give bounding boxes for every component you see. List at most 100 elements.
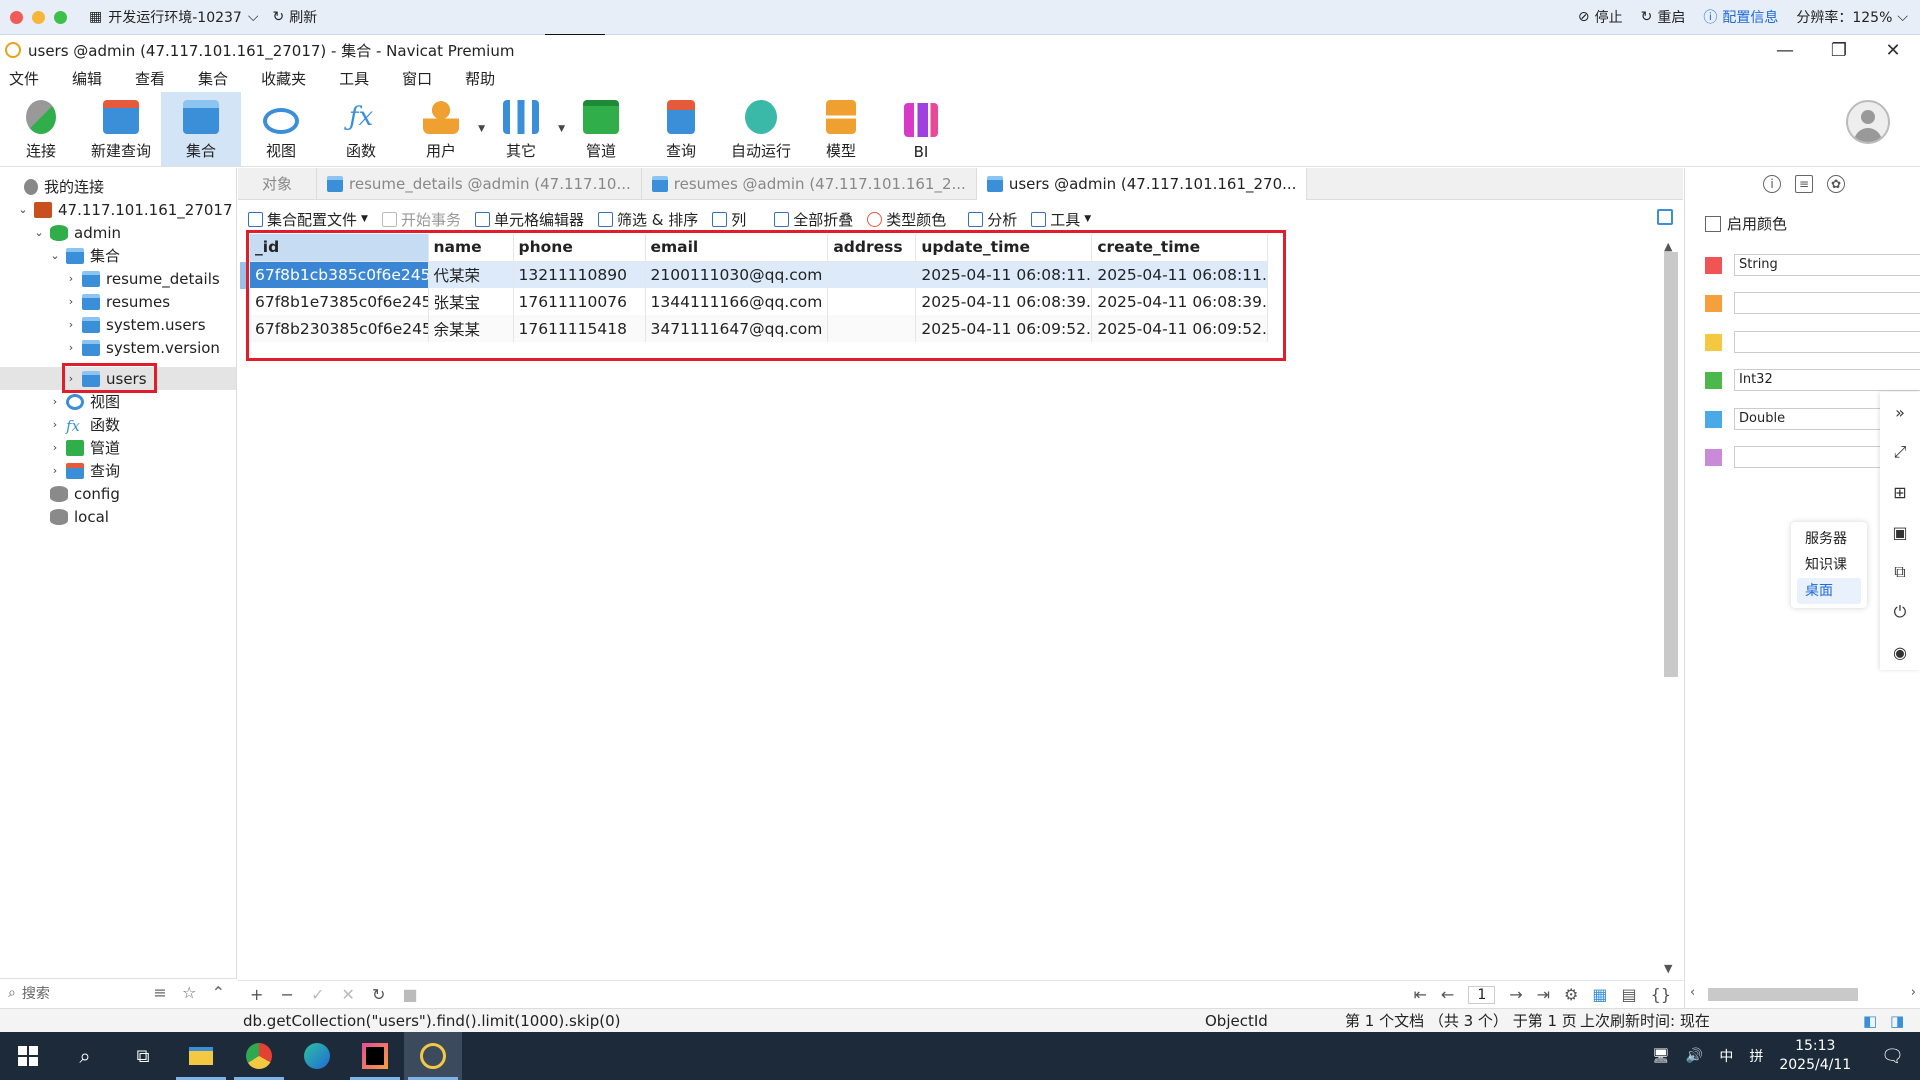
maximize-dot[interactable] [54, 10, 67, 24]
toolbar-user[interactable]: 用户 ▼ [401, 92, 485, 166]
collapse-icon[interactable]: ⌃ [212, 983, 225, 1002]
menu-item-course[interactable]: 知识课 [1791, 552, 1867, 578]
notification-icon[interactable]: 🗨 [1881, 1046, 1904, 1067]
tab-resumes[interactable]: resumes @admin (47.117.101.161_2... [642, 167, 977, 200]
chevron-right-icon[interactable]: › [64, 341, 78, 354]
navicat-taskbar[interactable] [404, 1032, 462, 1080]
ddl-icon[interactable]: ≡ [1795, 175, 1813, 193]
tree-collection-system-version[interactable]: › system.version [64, 336, 220, 359]
chevron-down-icon[interactable]: ⌄ [16, 203, 30, 216]
refresh-icon[interactable]: ↻ [372, 985, 385, 1004]
next-page-icon[interactable]: → [1509, 985, 1522, 1004]
menu-window[interactable]: 窗口 [402, 68, 432, 89]
toolbar-new-query[interactable]: 新建查询 [81, 92, 161, 166]
power-icon[interactable]: ⏻ [1880, 592, 1920, 632]
taskbar-clock[interactable]: 15:13 2025/4/11 [1779, 1037, 1851, 1075]
info-icon[interactable]: i [1763, 175, 1781, 193]
remove-icon[interactable]: − [281, 985, 294, 1004]
minimize-button[interactable]: — [1758, 35, 1812, 65]
panel-icon[interactable]: ▣ [1880, 512, 1920, 552]
tab-resume-details[interactable]: resume_details @admin (47.117.10... [317, 167, 642, 200]
columns-button[interactable]: 列 [712, 209, 746, 230]
color-swatch[interactable] [1705, 333, 1722, 351]
grid-view-icon[interactable]: ▦ [1592, 985, 1607, 1004]
explorer-taskbar[interactable] [172, 1032, 230, 1080]
scroll-thumb[interactable] [1708, 988, 1858, 1001]
menu-edit[interactable]: 编辑 [72, 68, 102, 89]
resolution-selector[interactable]: 分辨率：125% ⌵ [1796, 7, 1908, 27]
check-icon[interactable]: ✓ [311, 985, 324, 1004]
collapse-all-button[interactable]: 全部折叠 [774, 209, 853, 230]
menu-item-desktop[interactable]: 桌面 [1797, 578, 1861, 604]
tab-objects[interactable]: 对象 [238, 167, 318, 200]
scroll-thumb[interactable] [1664, 252, 1678, 677]
type-field[interactable]: String [1734, 254, 1920, 276]
tree-functions-group[interactable]: › fx 函数 [48, 413, 120, 436]
type-field[interactable]: Int32 [1734, 369, 1920, 391]
toolbar-connect[interactable]: 连接 [1, 92, 81, 166]
toolbar-bi[interactable]: BI [881, 92, 961, 166]
color-swatch[interactable] [1705, 294, 1722, 312]
layout-icon[interactable]: ⊞ [1880, 472, 1920, 512]
filter-icon[interactable]: ≡ [153, 983, 166, 1002]
tree-db-local[interactable]: local [32, 505, 109, 528]
close-dot[interactable] [10, 10, 23, 24]
env-selector[interactable]: ▦ 开发运行环境-10237 ⌵ [89, 7, 258, 27]
type-color-button[interactable]: 类型颜色 [867, 209, 946, 230]
cell-editor-button[interactable]: 单元格编辑器 [474, 209, 584, 230]
config-info-button[interactable]: ⓘ 配置信息 [1703, 7, 1778, 27]
menu-file[interactable]: 文件 [9, 68, 39, 89]
json-view-icon[interactable]: {} [1651, 985, 1671, 1004]
volume-icon[interactable]: 🔊 [1686, 1048, 1703, 1064]
chevron-right-icon[interactable]: › [48, 441, 62, 454]
cancel-icon[interactable]: ✕ [342, 985, 355, 1004]
restart-button[interactable]: ↻ 重启 [1641, 7, 1686, 27]
menu-tools[interactable]: 工具 [339, 68, 369, 89]
toolbar-automation[interactable]: 自动运行 [721, 92, 801, 166]
tree-server[interactable]: ⌄ 47.117.101.161_27017 [16, 198, 232, 221]
scroll-left-icon[interactable]: ‹ [1690, 985, 1695, 1000]
toolbar-function[interactable]: ƒx 函数 [321, 92, 401, 166]
tree-db-admin[interactable]: ⌄ admin [32, 221, 121, 244]
color-swatch[interactable] [1705, 256, 1722, 274]
type-color-icon[interactable]: ✿ [1827, 175, 1845, 193]
minimize-dot[interactable] [32, 10, 45, 24]
form-view-icon[interactable]: ▤ [1622, 985, 1637, 1004]
stop-icon[interactable]: ■ [403, 985, 418, 1004]
restore-button[interactable]: ❐ [1812, 35, 1866, 65]
toolbar-query[interactable]: 查询 [641, 92, 721, 166]
toolbar-pipeline[interactable]: 管道 [561, 92, 641, 166]
toolbar-model[interactable]: 模型 [801, 92, 881, 166]
chevron-right-icon[interactable]: › [64, 318, 78, 331]
start-button[interactable] [0, 1032, 56, 1080]
ime-indicator[interactable]: 中 [1719, 1046, 1733, 1066]
toolbar-other[interactable]: 其它 ▼ [481, 92, 565, 166]
color-swatch[interactable] [1705, 410, 1722, 428]
last-page-icon[interactable]: ⇥ [1537, 985, 1550, 1004]
color-swatch[interactable] [1705, 448, 1722, 466]
horizontal-scrollbar[interactable]: ‹ › [1688, 985, 1918, 1003]
network-icon[interactable]: 🖥 [1652, 1048, 1670, 1064]
close-button[interactable]: ✕ [1866, 35, 1920, 65]
menu-favorites[interactable]: 收藏夹 [261, 68, 306, 89]
tree-collection-resume-details[interactable]: › resume_details [64, 267, 220, 290]
type-field[interactable] [1734, 331, 1920, 353]
account-avatar[interactable] [1846, 100, 1890, 144]
fullscreen-icon[interactable] [1657, 209, 1673, 225]
my-connections[interactable]: 我的连接 [20, 175, 104, 198]
menu-view[interactable]: 查看 [135, 68, 165, 89]
search-taskbar-button[interactable]: ⌕ [56, 1032, 114, 1080]
tools-button[interactable]: 工具 ▼ [1031, 209, 1091, 230]
menu-item-server[interactable]: 服务器 [1791, 526, 1867, 552]
scroll-right-icon[interactable]: › [1911, 985, 1916, 1000]
collapse-right-icon[interactable]: » [1880, 392, 1920, 432]
layout-right-icon[interactable]: ◨ [1890, 1012, 1904, 1030]
chevron-right-icon[interactable]: › [48, 395, 62, 408]
filter-sort-button[interactable]: 筛选 & 排序 [597, 209, 698, 230]
layout-left-icon[interactable]: ◧ [1863, 1012, 1877, 1030]
color-swatch[interactable] [1705, 371, 1722, 389]
fullscreen-icon[interactable]: ⤢ [1880, 432, 1920, 472]
tree-pipelines-group[interactable]: › 管道 [48, 436, 120, 459]
eye-icon[interactable]: ◉ [1880, 632, 1920, 672]
toolbar-collection[interactable]: 集合 [161, 92, 241, 166]
